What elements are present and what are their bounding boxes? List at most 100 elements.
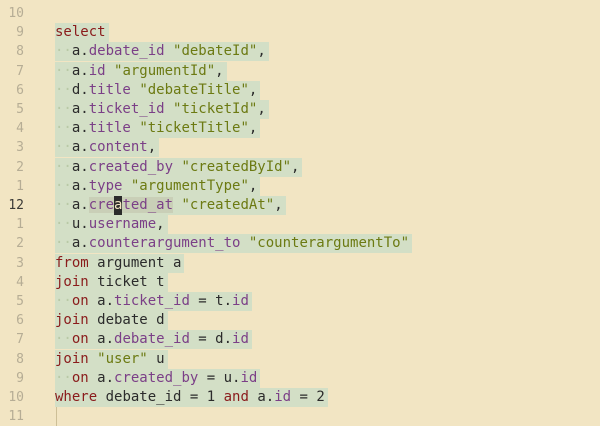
code-text: ··on a.ticket_id = t.id	[55, 292, 252, 311]
code-text: ··a.created_by "createdById",	[55, 157, 303, 177]
code-line[interactable]: 7 ··on a.debate_id = d.id	[0, 330, 600, 350]
code-text: select	[55, 23, 109, 43]
code-line[interactable]: 3 from argument a	[0, 253, 600, 273]
string-literal: "createdById"	[181, 158, 292, 175]
code-text: ··a.debate_id "debateId",	[55, 42, 269, 62]
highlighted-identifier: cre	[88, 197, 115, 213]
code-token: a.	[71, 62, 89, 79]
code-line[interactable]: 12 ··a.created_at "createdAt",	[0, 196, 600, 215]
line-number: 4	[16, 121, 24, 137]
code-line[interactable]: 8 ··a.debate_id "debateId",	[0, 42, 600, 62]
code-token: a.	[71, 197, 89, 213]
code-token: ,	[215, 62, 224, 79]
code-token: = t.	[189, 293, 233, 309]
column-identifier: title	[88, 120, 131, 137]
sql-keyword: and	[223, 389, 249, 405]
column-identifier: created_by	[88, 158, 174, 175]
whitespace-marker: ··	[55, 43, 72, 60]
whitespace-marker: ··	[55, 120, 72, 137]
code-text: join "user" u	[55, 349, 168, 369]
line-number: 3	[16, 140, 24, 156]
code-token: a.	[71, 177, 89, 194]
string-literal: "createdAt"	[181, 197, 275, 213]
whitespace-marker: ··	[55, 331, 72, 348]
whitespace-marker: ··	[55, 62, 72, 79]
code-text: ··on a.debate_id = d.id	[55, 330, 252, 350]
string-literal: "user"	[97, 350, 148, 367]
code-line[interactable]: 1 ··u.username,	[0, 215, 600, 235]
code-line[interactable]: 6 join debate d	[0, 311, 600, 331]
code-token: a.	[71, 158, 89, 175]
code-line[interactable]: 8 join "user" u	[0, 349, 600, 369]
code-token: = d.	[189, 331, 233, 348]
code-text: ··a.counterargument_to "counterargumentT…	[55, 234, 413, 254]
line-number: 10	[8, 390, 24, 405]
code-editor[interactable]: 10 9 select 8 ··a.debate_id "debateId", 7 ··a.…	[0, 0, 600, 426]
code-line[interactable]: 3 ··a.content,	[0, 138, 600, 158]
highlighted-identifier: ted_at	[122, 197, 174, 213]
whitespace-marker: ··	[55, 158, 72, 175]
line-number: 8	[16, 351, 24, 367]
code-token: ,	[156, 216, 165, 233]
line-number: 2	[16, 159, 24, 175]
code-token: ,	[257, 43, 266, 60]
code-token: ,	[147, 139, 157, 156]
whitespace-marker: ··	[55, 197, 72, 213]
code-line[interactable]: 10	[0, 4, 600, 23]
line-number: 8	[16, 44, 24, 60]
sql-keyword: on	[71, 331, 89, 348]
column-identifier: id	[274, 389, 292, 405]
code-line[interactable]: 4 join ticket t	[0, 272, 600, 292]
column-identifier: ticket_id	[88, 101, 165, 117]
line-number: 1	[16, 217, 24, 233]
code-text: ··d.title "debateTitle",	[55, 80, 261, 100]
whitespace-marker: ··	[55, 177, 72, 194]
code-token: ,	[248, 81, 258, 98]
code-token: ,	[291, 158, 300, 175]
line-number: 2	[16, 236, 24, 252]
code-line[interactable]: 9 ··on a.created_by = u.id	[0, 368, 600, 388]
whitespace-marker: ··	[55, 369, 72, 386]
line-number: 3	[16, 255, 24, 271]
code-line[interactable]: 2 ··a.created_by "createdById",	[0, 157, 600, 177]
code-line[interactable]: 1 ··a.type "argumentType",	[0, 176, 600, 196]
code-token: argument a	[88, 254, 182, 271]
sql-keyword: where	[55, 389, 98, 405]
code-text: ··on a.created_by = u.id	[55, 368, 261, 388]
sql-keyword: on	[71, 293, 89, 309]
code-line[interactable]: 9 select	[0, 23, 600, 43]
code-token: a.	[71, 235, 89, 252]
code-token: a.	[88, 293, 115, 309]
line-number: 9	[16, 370, 24, 386]
code-line[interactable]: 11	[0, 407, 600, 426]
column-identifier: content	[88, 139, 148, 156]
code-line[interactable]: 2 ··a.counterargument_to "counterargument…	[0, 234, 600, 254]
code-line[interactable]: 10 where debate_id = 1 and a.id = 2	[0, 388, 600, 407]
code-line[interactable]: 4 ··a.title "ticketTitle",	[0, 119, 600, 139]
string-literal: "debateId"	[173, 43, 258, 60]
sql-keyword: select	[55, 24, 106, 41]
code-text: ··a.created_at "createdAt",	[55, 196, 286, 215]
code-line[interactable]: 6 ··d.title "debateTitle",	[0, 80, 600, 100]
code-text: ··a.ticket_id "ticketId",	[55, 100, 269, 119]
code-line[interactable]: 7 ··a.id "argumentId",	[0, 61, 600, 81]
column-identifier: type	[88, 177, 123, 194]
code-line[interactable]: 5 ··on a.ticket_id = t.id	[0, 292, 600, 311]
code-token: a.	[88, 369, 115, 386]
line-number: 6	[16, 313, 24, 329]
code-text: join ticket t	[55, 272, 168, 292]
code-line[interactable]: 5 ··a.ticket_id "ticketId",	[0, 100, 600, 119]
code-token: = u.	[198, 369, 241, 386]
string-literal: "ticketTitle"	[139, 120, 249, 137]
whitespace-marker: ··	[55, 101, 72, 117]
code-token: ,	[248, 120, 258, 137]
line-number: 4	[16, 274, 24, 290]
line-number: 6	[16, 82, 24, 98]
string-literal: "argumentType"	[130, 177, 249, 194]
code-text: ··u.username,	[55, 215, 168, 235]
